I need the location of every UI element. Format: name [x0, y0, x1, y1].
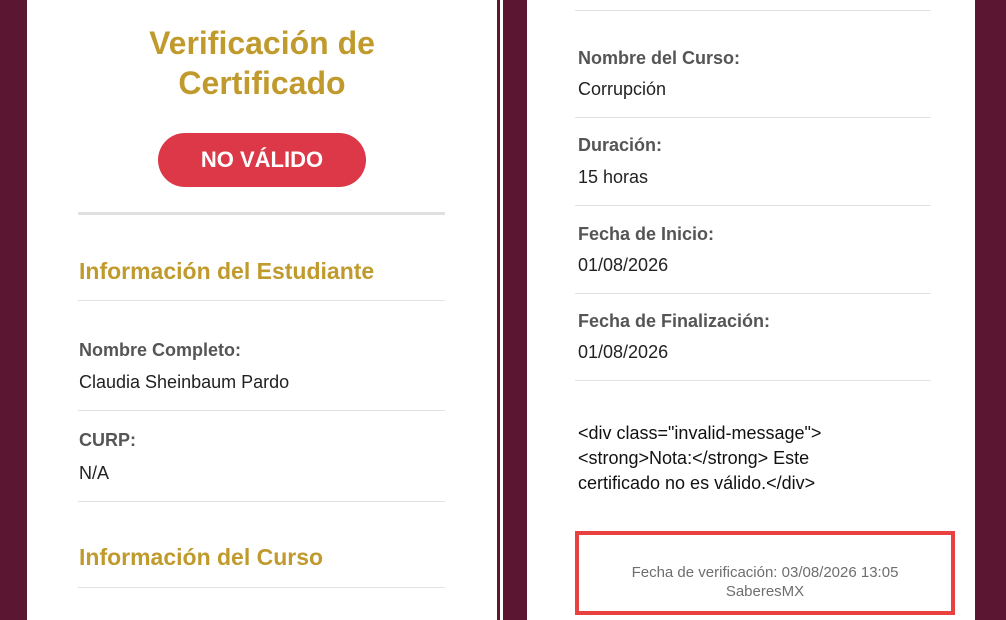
page-title-line1: Verificación de: [149, 25, 375, 61]
right-screenshot-panel: Nombre del Curso: Corrupción Duración: 1…: [527, 0, 975, 620]
verification-footer: Fecha de verificación: 03/08/2026 13:05 …: [579, 563, 951, 601]
course-name-value: Corrupción: [578, 79, 667, 99]
start-date-label: Fecha de Inicio:: [578, 224, 715, 244]
duration-label: Duración:: [578, 135, 663, 155]
start-date-divider: [575, 293, 931, 294]
right-frame-strip: [975, 0, 1006, 620]
footer-brand: SaberesMX: [725, 583, 805, 600]
end-date-label: Fecha de Finalización:: [578, 311, 771, 331]
end-date-value: 01/08/2026: [578, 342, 669, 362]
full-name-divider: [78, 410, 445, 411]
full-name-value: Claudia Sheinbaum Pardo: [79, 372, 290, 392]
raw-markup-line2: <strong>Nota:</strong> Este: [578, 448, 810, 468]
course-name-label: Nombre del Curso:: [578, 48, 741, 68]
left-frame-strip: [0, 0, 27, 620]
start-date-value: 01/08/2026: [578, 255, 669, 275]
course-name-divider: [575, 117, 931, 118]
invalid-message-raw-markup: <div class="invalid-message"> <strong>No…: [578, 421, 878, 496]
full-name-label: Nombre Completo:: [79, 340, 241, 360]
verification-date: Fecha de verificación: 03/08/2026 13:05: [631, 564, 899, 581]
course-section-divider: [78, 587, 445, 588]
curp-value: N/A: [79, 463, 110, 483]
top-divider: [575, 10, 931, 11]
course-section-heading: Información del Curso: [79, 544, 324, 570]
left-screenshot-panel: Verificación de Certificado NO VÁLIDO In…: [27, 0, 497, 620]
page-title-line2: Certificado: [178, 65, 346, 101]
curp-divider: [78, 501, 445, 502]
student-section-heading: Información del Estudiante: [79, 258, 375, 284]
curp-label: CURP:: [79, 430, 136, 450]
right-panel-left-strip: [503, 0, 527, 620]
header-divider: [78, 212, 445, 215]
duration-value: 15 horas: [578, 167, 649, 187]
verification-footer-highlight: Fecha de verificación: 03/08/2026 13:05 …: [575, 531, 955, 615]
status-badge: NO VÁLIDO: [158, 133, 366, 187]
end-date-divider: [575, 380, 931, 381]
duration-divider: [575, 205, 931, 206]
raw-markup-line3: certificado no es válido.</div>: [578, 473, 816, 493]
raw-markup-line1: <div class="invalid-message">: [578, 423, 822, 443]
student-section-divider: [78, 300, 445, 301]
